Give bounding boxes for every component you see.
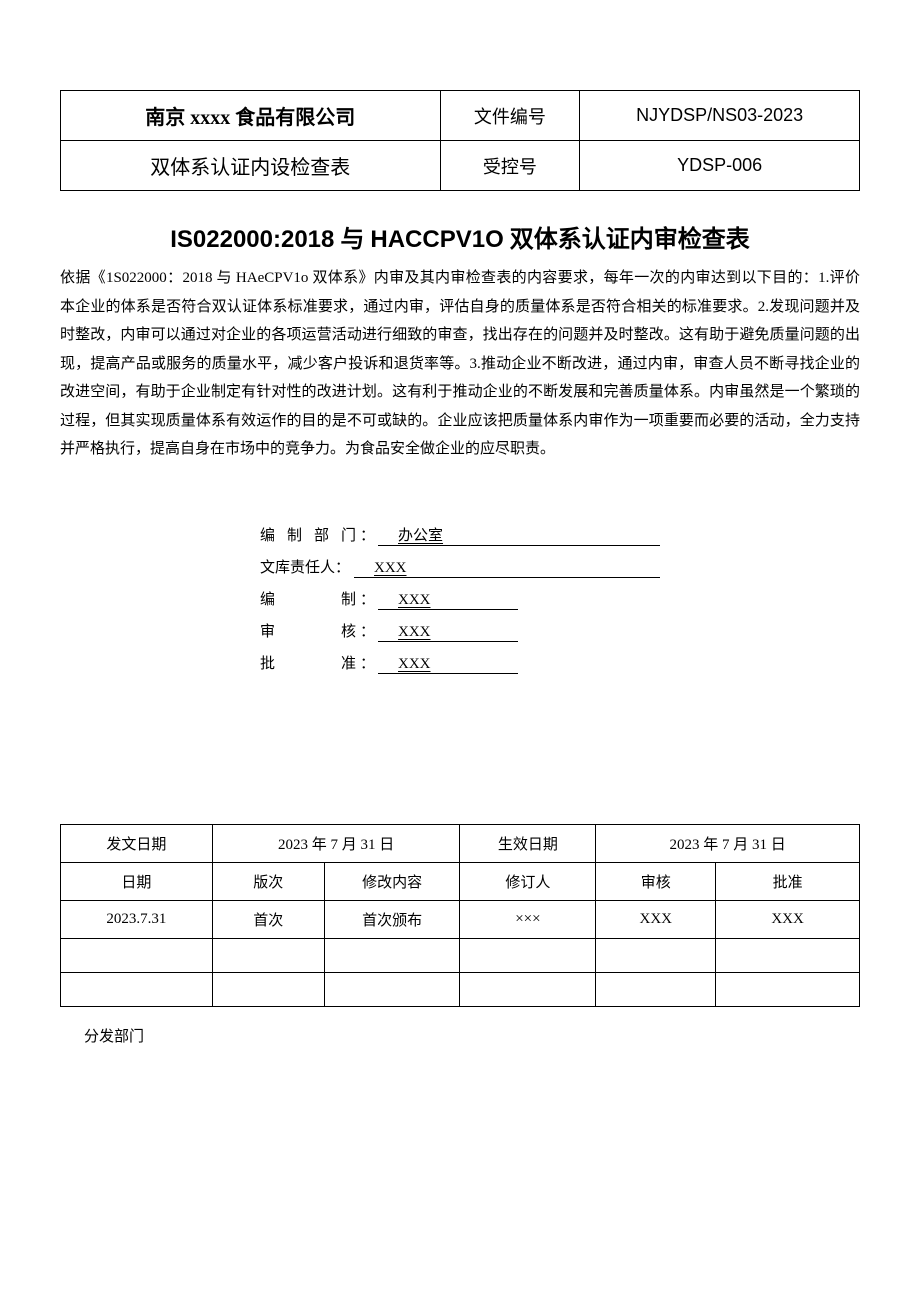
- title-join: 与: [334, 227, 370, 253]
- intro-paragraph: 依据《1S022000：2018 与 HAeCPV1o 双体系》内审及其内审检查…: [60, 264, 860, 464]
- rev-header: 修改内容: [324, 862, 460, 900]
- title-haccp: HACCPV1O: [370, 226, 503, 253]
- doc-number-value: NJYDSP/NS03-2023: [580, 91, 860, 141]
- rev-cell: [61, 938, 213, 972]
- distribution-label: 分发部门: [84, 1025, 860, 1046]
- table-row: [61, 972, 860, 1006]
- rev-cell: [324, 972, 460, 1006]
- document-title: IS022000:2018 与 HACCPV1O 双体系认证内审检查表: [60, 219, 860, 254]
- rev-cell: [460, 972, 596, 1006]
- edit-value: XXX: [378, 592, 518, 610]
- revision-header-row: 日期 版次 修改内容 修订人 审核 批准: [61, 862, 860, 900]
- rev-cell: [460, 938, 596, 972]
- title-rest: 双体系认证内审检查表: [504, 227, 750, 253]
- dept-label: 编制部门: [260, 524, 360, 545]
- dept-value: 办公室: [378, 524, 660, 546]
- rev-cell: 首次: [212, 900, 324, 938]
- table-row: [61, 938, 860, 972]
- rev-header: 版次: [212, 862, 324, 900]
- doc-subtitle: 双体系认证内设检查表: [61, 141, 441, 191]
- rev-cell: [61, 972, 213, 1006]
- rev-cell: [716, 972, 860, 1006]
- rev-cell: [596, 972, 716, 1006]
- rev-cell: [212, 972, 324, 1006]
- rev-cell: [324, 938, 460, 972]
- approve-value: XXX: [378, 656, 518, 674]
- doc-number-label: 文件编号: [440, 91, 580, 141]
- company-name: 南京 xxxx 食品有限公司: [61, 91, 441, 141]
- controlled-number-label: 受控号: [440, 141, 580, 191]
- rev-cell: XXX: [716, 900, 860, 938]
- review-value: XXX: [378, 624, 518, 642]
- rev-cell: [716, 938, 860, 972]
- document-header-table: 南京 xxxx 食品有限公司 文件编号 NJYDSP/NS03-2023 双体系…: [60, 90, 860, 191]
- rev-cell: 首次颁布: [324, 900, 460, 938]
- table-row: 2023.7.31 首次 首次颁布 ××× XXX XXX: [61, 900, 860, 938]
- rev-cell: [212, 938, 324, 972]
- effective-date-label: 生效日期: [460, 824, 596, 862]
- rev-cell: 2023.7.31: [61, 900, 213, 938]
- issue-date-value: 2023 年 7 月 31 日: [212, 824, 460, 862]
- revision-table: 日期 版次 修改内容 修订人 审核 批准 2023.7.31 首次 首次颁布 ×…: [60, 862, 860, 1007]
- effective-date-value: 2023 年 7 月 31 日: [596, 824, 860, 862]
- title-iso: IS022000:2018: [170, 226, 334, 253]
- rev-header: 批准: [716, 862, 860, 900]
- approve-label: 批 准: [260, 652, 360, 673]
- rev-cell: XXX: [596, 900, 716, 938]
- rev-header: 日期: [61, 862, 213, 900]
- edit-label: 编 制: [260, 588, 360, 609]
- rev-header: 审核: [596, 862, 716, 900]
- owner-value: XXX: [354, 560, 660, 578]
- signature-block: 编制部门： 办公室 文库责任人： XXX 编 制： XXX 审 核： XXX 批…: [260, 524, 660, 674]
- owner-label: 文库责任人：: [260, 556, 350, 577]
- dates-table: 发文日期 2023 年 7 月 31 日 生效日期 2023 年 7 月 31 …: [60, 824, 860, 863]
- rev-cell: [596, 938, 716, 972]
- controlled-number-value: YDSP-006: [580, 141, 860, 191]
- review-label: 审 核: [260, 620, 360, 641]
- rev-cell: ×××: [460, 900, 596, 938]
- rev-header: 修订人: [460, 862, 596, 900]
- issue-date-label: 发文日期: [61, 824, 213, 862]
